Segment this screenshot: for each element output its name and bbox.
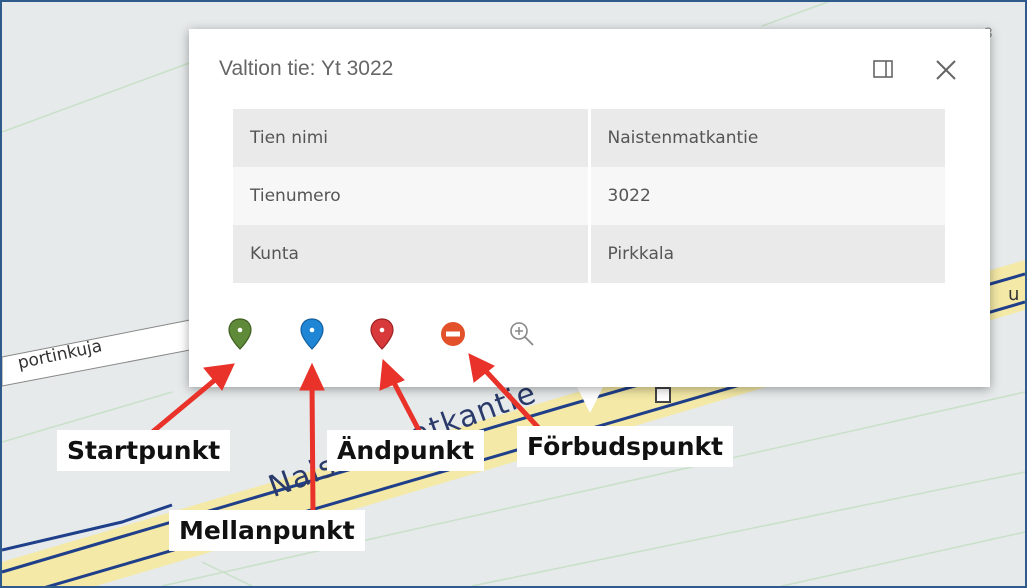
end-point-callout: Ändpunkt <box>327 430 485 471</box>
popup-title: Valtion tie: Yt 3022 <box>219 57 394 80</box>
field-value: 3022 <box>589 167 945 225</box>
table-row: Tien nimi Naistenmatkantie <box>233 109 945 167</box>
no-entry-icon[interactable] <box>439 317 467 351</box>
panel-toggle-icon[interactable] <box>873 60 893 78</box>
map-grid-line <box>201 561 253 586</box>
popup-pointer <box>576 385 604 413</box>
road-marker <box>655 387 671 403</box>
field-label: Tien nimi <box>233 109 591 167</box>
close-icon[interactable] <box>934 58 958 82</box>
intermediate-point-map-pin-icon[interactable] <box>298 317 326 351</box>
map-grid-line <box>2 61 193 133</box>
map-grid-line <box>781 531 1025 586</box>
road-info-table: Tien nimi Naistenmatkantie Tienumero 302… <box>233 109 945 283</box>
start-point-callout: Startpunkt <box>57 430 231 471</box>
road-info-popup: Valtion tie: Yt 3022 Tien nimi Naistenma… <box>189 29 990 387</box>
field-label: Kunta <box>233 225 591 283</box>
table-row: Tienumero 3022 <box>233 167 945 225</box>
blocked-point-callout: Förbudspunkt <box>517 426 734 467</box>
road-label-fragment: u <box>1008 284 1020 305</box>
field-value: Naistenmatkantie <box>589 109 945 167</box>
zoom-in-icon[interactable] <box>507 318 535 352</box>
start-point-map-pin-icon[interactable] <box>226 317 254 351</box>
screenshot-frame: portinkuja Naistenmatkantie u 3 Valtion … <box>0 0 1027 588</box>
end-point-map-pin-icon[interactable] <box>368 317 396 351</box>
map-grid-line <box>761 2 830 27</box>
field-label: Tienumero <box>233 167 591 225</box>
table-row: Kunta Pirkkala <box>233 225 945 283</box>
intermediate-point-callout: Mellanpunkt <box>169 510 365 551</box>
map-grid-line <box>471 471 1025 586</box>
field-value: Pirkkala <box>589 225 945 283</box>
